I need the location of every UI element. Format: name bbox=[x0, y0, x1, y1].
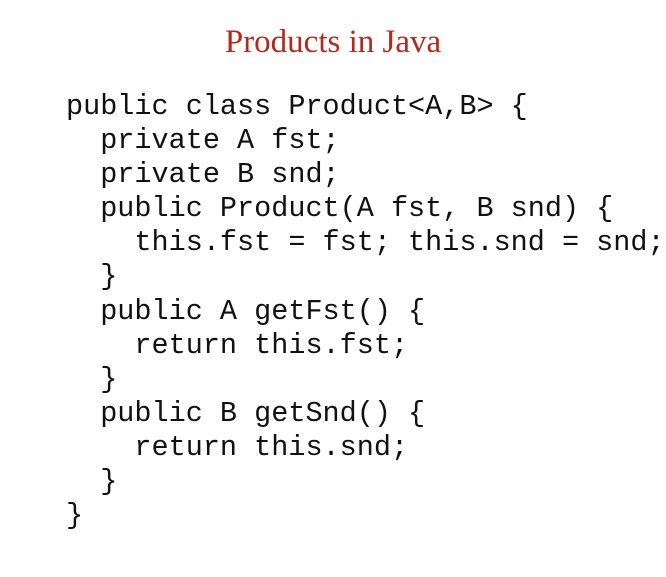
code-line: return this.snd; bbox=[66, 430, 409, 464]
code-line: public Product(A fst, B snd) { bbox=[66, 192, 614, 226]
slide-title: Products in Java bbox=[224, 24, 442, 60]
code-line: } bbox=[66, 362, 118, 396]
code-line: } bbox=[66, 260, 118, 294]
code-line: private A fst; bbox=[66, 124, 340, 158]
code-block: public class Product<A,B> { private A fs… bbox=[66, 90, 665, 533]
code-line: public class Product<A,B> { bbox=[66, 90, 528, 123]
code-line: public B getSnd() { bbox=[66, 396, 426, 430]
slide: Products in Java public class Product<A,… bbox=[0, 0, 666, 577]
code-line: return this.fst; bbox=[66, 328, 409, 362]
code-line: private B snd; bbox=[66, 158, 340, 192]
code-line: } bbox=[66, 499, 84, 533]
code-line: this.fst = fst; this.snd = snd; bbox=[66, 226, 665, 260]
code-line: public A getFst() { bbox=[66, 294, 426, 328]
code-line: } bbox=[66, 465, 118, 499]
